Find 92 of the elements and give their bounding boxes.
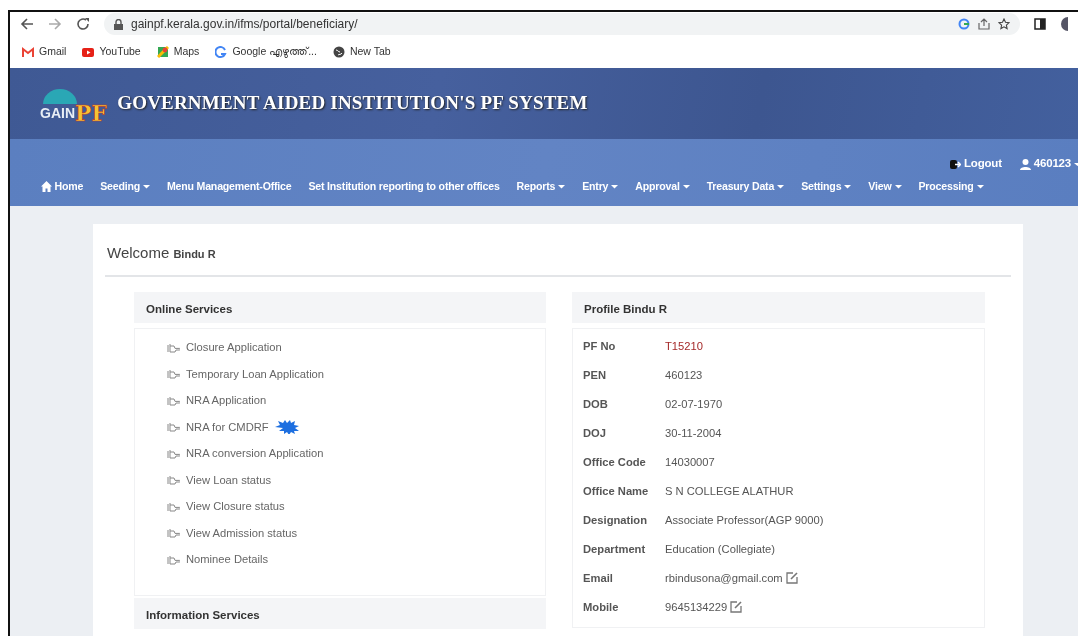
service-link[interactable]: NRA conversion Application bbox=[186, 445, 324, 463]
field-label: Department bbox=[583, 541, 647, 557]
pointing-hand-icon bbox=[167, 448, 180, 459]
nav-link[interactable]: Reports bbox=[508, 173, 574, 201]
user-icon bbox=[1019, 158, 1031, 170]
service-link[interactable]: View Admission status bbox=[186, 524, 298, 542]
logo-text: PF bbox=[75, 101, 108, 124]
pointing-hand-icon bbox=[167, 369, 180, 380]
pointing-hand-icon bbox=[167, 422, 180, 433]
reload-icon[interactable] bbox=[76, 17, 90, 31]
video-icon bbox=[82, 46, 95, 58]
panel-heading: Information Services bbox=[134, 598, 546, 629]
pointing-hand-icon bbox=[167, 528, 180, 539]
logout-link[interactable]: Logout bbox=[950, 155, 1002, 173]
nav-link[interactable]: Menu Management-Office bbox=[158, 173, 300, 201]
field-value: 02-07-1970 bbox=[665, 396, 723, 412]
welcome-heading: Welcome Bindu R bbox=[106, 243, 217, 263]
nav-link[interactable]: Entry bbox=[573, 173, 627, 201]
nav-link[interactable]: View bbox=[859, 173, 910, 201]
starburst-icon bbox=[274, 420, 301, 435]
pointing-hand-icon bbox=[167, 395, 180, 406]
field-label: Email bbox=[583, 570, 614, 586]
field-value: S N COLLEGE ALATHUR bbox=[665, 483, 794, 499]
nav-link[interactable]: Approval bbox=[626, 173, 699, 201]
nav-link[interactable]: Settings bbox=[792, 173, 860, 201]
service-link[interactable]: View Loan status bbox=[186, 471, 271, 489]
globe-icon bbox=[332, 46, 345, 58]
field-label: Designation bbox=[583, 512, 649, 528]
site-title: GOVERNMENT AIDED INSTITUTION'S PF SYSTEM bbox=[117, 91, 588, 116]
service-link[interactable]: NRA for CMDRF bbox=[186, 418, 269, 436]
field-value: T15210 bbox=[665, 338, 703, 354]
field-value: 14030007 bbox=[665, 454, 715, 470]
map-pin-icon bbox=[156, 46, 169, 58]
caret-icon bbox=[1074, 160, 1078, 168]
avatar-icon[interactable] bbox=[1060, 17, 1068, 31]
service-link[interactable]: View Closure status bbox=[186, 498, 285, 516]
field-label: Office Code bbox=[583, 454, 647, 470]
field-label: Mobile bbox=[583, 599, 620, 615]
edit-icon[interactable] bbox=[730, 601, 743, 613]
caret-icon bbox=[558, 183, 566, 191]
home-icon bbox=[40, 181, 52, 193]
caret-icon bbox=[894, 183, 902, 191]
service-link[interactable]: Nominee Details bbox=[186, 551, 269, 569]
edit-icon[interactable] bbox=[785, 572, 798, 584]
nav-link[interactable]: Treasury Data bbox=[698, 173, 793, 201]
field-label: Office Name bbox=[583, 483, 650, 499]
google-icon bbox=[215, 46, 228, 58]
field-value: 460123 bbox=[665, 367, 703, 383]
share-icon[interactable] bbox=[978, 18, 990, 30]
nav-link[interactable]: Seeding bbox=[91, 173, 159, 201]
bookmark-link[interactable]: New Tab bbox=[349, 44, 391, 60]
logout-icon bbox=[950, 158, 962, 170]
panel-heading: Profile Bindu R bbox=[572, 291, 985, 323]
nav-link[interactable]: Home bbox=[32, 173, 92, 201]
nav-link[interactable]: Set Institution reporting to other offices bbox=[299, 173, 509, 201]
caret-icon bbox=[611, 183, 619, 191]
lock-icon bbox=[114, 18, 123, 30]
side-panel-icon[interactable] bbox=[1034, 18, 1046, 30]
back-icon[interactable] bbox=[20, 17, 34, 31]
caret-icon bbox=[844, 183, 852, 191]
bookmark-link[interactable]: YouTube bbox=[99, 44, 141, 60]
caret-icon bbox=[142, 183, 150, 191]
pointing-hand-icon bbox=[167, 342, 180, 353]
logo-text: GAIN bbox=[40, 103, 75, 123]
field-value: Education (Collegiate) bbox=[665, 541, 776, 557]
bookmark-link[interactable]: Maps bbox=[173, 44, 200, 60]
service-link[interactable]: NRA Application bbox=[186, 392, 267, 410]
service-link[interactable]: Temporary Loan Application bbox=[186, 365, 325, 383]
service-link[interactable]: Closure Application bbox=[186, 339, 282, 357]
bookmark-link[interactable]: Gmail bbox=[39, 44, 67, 60]
field-label: PF No bbox=[583, 338, 617, 354]
bookmark-link[interactable]: Google എഴുത്ത്... bbox=[232, 44, 317, 60]
field-label: PEN bbox=[583, 367, 607, 383]
google-icon[interactable] bbox=[958, 18, 970, 30]
user-menu[interactable]: 460123 bbox=[1019, 155, 1078, 173]
field-value: rbindusona@gmail.com bbox=[665, 570, 783, 586]
field-label: DOJ bbox=[583, 425, 607, 441]
star-icon[interactable] bbox=[998, 18, 1010, 30]
field-value: Associate Professor(AGP 9000) bbox=[665, 512, 824, 528]
caret-icon bbox=[976, 183, 984, 191]
field-label: DOB bbox=[583, 396, 609, 412]
caret-icon bbox=[777, 183, 785, 191]
field-value: 30-11-2004 bbox=[665, 425, 722, 441]
pointing-hand-icon bbox=[167, 554, 180, 565]
pointing-hand-icon bbox=[167, 475, 180, 486]
panel-heading: Online Services bbox=[134, 291, 546, 323]
umbrella-icon bbox=[42, 87, 78, 104]
caret-icon bbox=[682, 183, 690, 191]
pointing-hand-icon bbox=[167, 501, 180, 512]
field-value: 9645134229 bbox=[665, 599, 728, 615]
gmail-icon bbox=[22, 46, 34, 58]
nav-link[interactable]: Processing bbox=[910, 173, 993, 201]
